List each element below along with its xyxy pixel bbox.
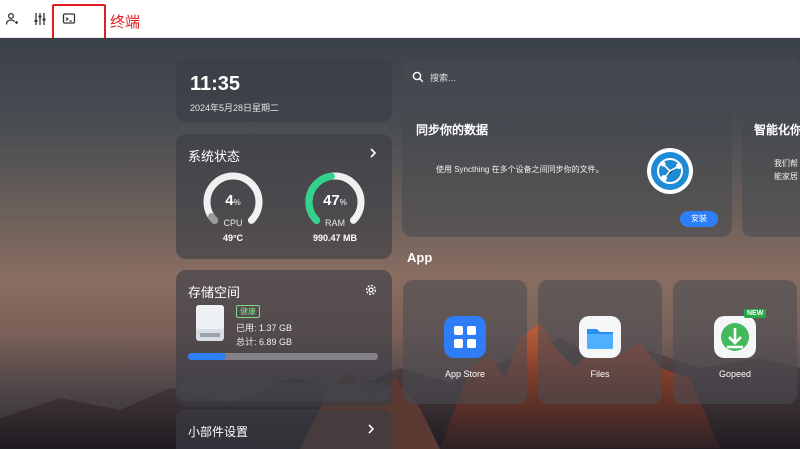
ram-label: RAM xyxy=(325,218,345,228)
cpu-label: CPU xyxy=(223,218,243,228)
chevron-right-icon[interactable] xyxy=(368,148,378,158)
widget-settings-label: 小部件设置 xyxy=(188,425,249,439)
app-name-gopeed: Gopeed xyxy=(718,369,752,379)
app-tile-files[interactable]: Files xyxy=(538,280,662,404)
app-name-files: Files xyxy=(590,369,610,379)
terminal-annotation: 终端 xyxy=(110,13,141,31)
clock-time: 11:35 xyxy=(190,73,241,95)
ram-value: 47% xyxy=(323,192,347,209)
smart-home-card[interactable]: 智能化你 我们帮 能家居 xyxy=(742,109,800,237)
top-toolbar: 终端 xyxy=(0,0,800,42)
syncthing-icon xyxy=(647,148,693,194)
syncthing-card[interactable]: 同步你的数据 使用 Syncthing 在多个设备之间同步你的文件。 安装 xyxy=(402,109,732,237)
gear-icon[interactable] xyxy=(365,284,377,296)
user-icon[interactable] xyxy=(3,10,21,28)
search-icon xyxy=(412,71,424,83)
terminal-highlight-box xyxy=(52,4,106,42)
system-status-title: 系统状态 xyxy=(188,149,241,164)
storage-usage-bar xyxy=(188,353,378,360)
cpu-temperature: 49°C xyxy=(222,233,244,243)
storage-used: 已用: 1.37 GB xyxy=(236,323,293,333)
storage-usage-fill xyxy=(188,353,226,360)
storage-title: 存储空间 xyxy=(188,285,241,300)
ram-used: 990.47 MB xyxy=(312,233,358,243)
clock-widget: 11:35 2024年5月28日星期二 xyxy=(176,59,392,122)
chevron-right-icon xyxy=(368,424,375,434)
app-tile-app-store[interactable]: App Store xyxy=(403,280,527,404)
search-bar[interactable]: 搜索... xyxy=(402,59,800,95)
health-badge: 健康 xyxy=(236,305,260,318)
clock-date: 2024年5月28日星期二 xyxy=(190,103,280,113)
placeholder-widget xyxy=(176,383,392,401)
app-store-icon xyxy=(444,316,486,358)
search-placeholder: 搜索... xyxy=(430,73,456,83)
storage-total: 总计: 6.89 GB xyxy=(236,337,293,347)
desktop-background: 11:35 2024年5月28日星期二 系统状态 4% CPU 49°C 47%… xyxy=(0,38,800,449)
syncthing-card-description: 使用 Syncthing 在多个设备之间同步你的文件。 xyxy=(436,165,604,174)
gopeed-download-icon xyxy=(714,316,756,358)
smart-home-card-title: 智能化你 xyxy=(754,123,800,137)
sliders-icon[interactable] xyxy=(31,10,49,28)
app-name-app-store: App Store xyxy=(444,369,486,379)
cpu-value: 4% xyxy=(225,192,241,209)
hard-drive-icon xyxy=(196,305,224,341)
smart-home-card-description: 我们帮 能家居 xyxy=(774,159,798,181)
app-tile-gopeed[interactable]: NEW Gopeed xyxy=(673,280,797,404)
install-syncthing-button[interactable]: 安装 xyxy=(680,211,718,227)
folder-icon xyxy=(579,316,621,358)
system-status-widget[interactable]: 系统状态 4% CPU 49°C 47% RAM 990.47 MB xyxy=(176,134,392,259)
syncthing-card-title: 同步你的数据 xyxy=(416,123,489,137)
app-section-title: App xyxy=(407,250,433,265)
new-badge: NEW xyxy=(744,309,767,318)
widget-settings-button[interactable]: 小部件设置 xyxy=(176,409,392,449)
